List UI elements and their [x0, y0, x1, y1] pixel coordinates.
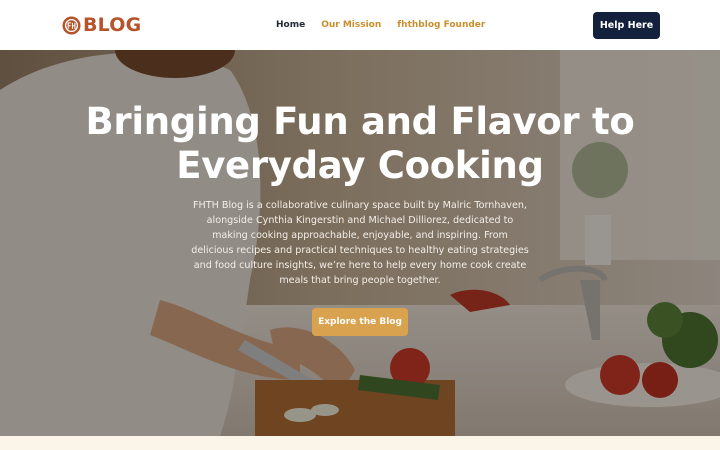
- site-logo[interactable]: BLOG: [62, 14, 141, 36]
- logo-text: BLOG: [83, 14, 142, 36]
- hero-section: Bringing Fun and Flavor to Everyday Cook…: [0, 50, 720, 436]
- nav-item-home[interactable]: Home: [276, 18, 305, 32]
- nav-item-founder[interactable]: fhthblog Founder: [397, 18, 485, 32]
- next-section-strip: [0, 436, 720, 450]
- help-here-button[interactable]: Help Here: [593, 12, 660, 39]
- hero-title: Bringing Fun and Flavor to Everyday Cook…: [85, 100, 635, 187]
- hero-description: FHTH Blog is a collaborative culinary sp…: [191, 200, 529, 286]
- site-header: BLOG Home Our Mission fhthblog Founder H…: [0, 0, 720, 50]
- nav-item-our-mission[interactable]: Our Mission: [321, 18, 381, 32]
- main-nav: Home Our Mission fhthblog Founder: [276, 18, 485, 32]
- explore-blog-button[interactable]: Explore the Blog: [312, 308, 408, 336]
- fh-roundel-icon: [62, 15, 81, 35]
